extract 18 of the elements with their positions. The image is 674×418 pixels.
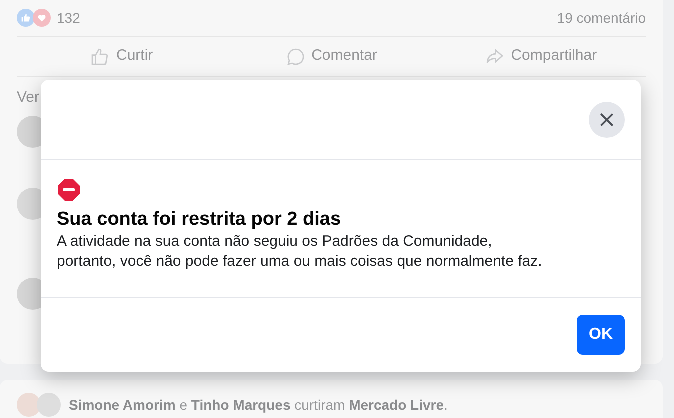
dialog-message: A atividade na sua conta não seguiu os Padrões da Comunidade, portanto, você não pode fazer uma ou mais coisas que normalmente faz.: [57, 232, 544, 272]
thumbs-up-icon: [90, 46, 110, 66]
share-arrow-icon: [485, 46, 506, 66]
stop-sign-icon: [57, 178, 81, 202]
post-action-button[interactable]: Curtir: [17, 37, 227, 76]
close-button[interactable]: [589, 102, 625, 138]
speech-bubble-icon: [286, 46, 306, 66]
ok-button[interactable]: OK: [577, 315, 625, 355]
avatar: [17, 393, 41, 417]
view-comments-link[interactable]: Ver: [17, 89, 40, 106]
reaction-count: 132: [57, 8, 80, 28]
post-action-button[interactable]: Comentar: [226, 37, 436, 76]
dialog-title: Sua conta foi restrita por 2 dias: [57, 208, 342, 232]
comment-count[interactable]: 19 comentário: [557, 8, 646, 28]
reaction-icons: [17, 9, 51, 27]
post-action-button[interactable]: Compartilhar: [436, 37, 646, 76]
activity-text: Simone Amorim e Tinho Marques curtiram Mercado Livre.: [69, 396, 448, 415]
avatar: [37, 393, 61, 417]
